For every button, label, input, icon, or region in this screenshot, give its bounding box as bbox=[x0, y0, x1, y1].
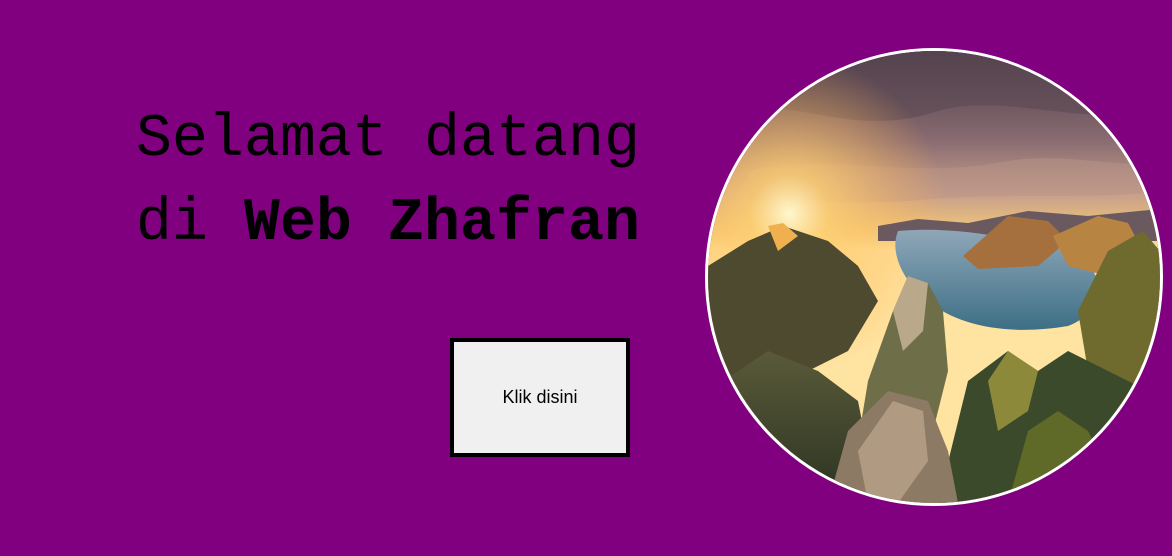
hero-landscape-image bbox=[705, 48, 1163, 506]
hero-heading: Selamat datang di Web Zhafran bbox=[0, 98, 640, 266]
hero-heading-prefix: di bbox=[135, 190, 208, 258]
site-name: Web Zhafran bbox=[243, 190, 640, 258]
hero-heading-line1: Selamat datang bbox=[135, 106, 640, 174]
click-here-button[interactable]: Klik disini bbox=[450, 338, 630, 457]
landscape-illustration bbox=[708, 51, 1160, 503]
